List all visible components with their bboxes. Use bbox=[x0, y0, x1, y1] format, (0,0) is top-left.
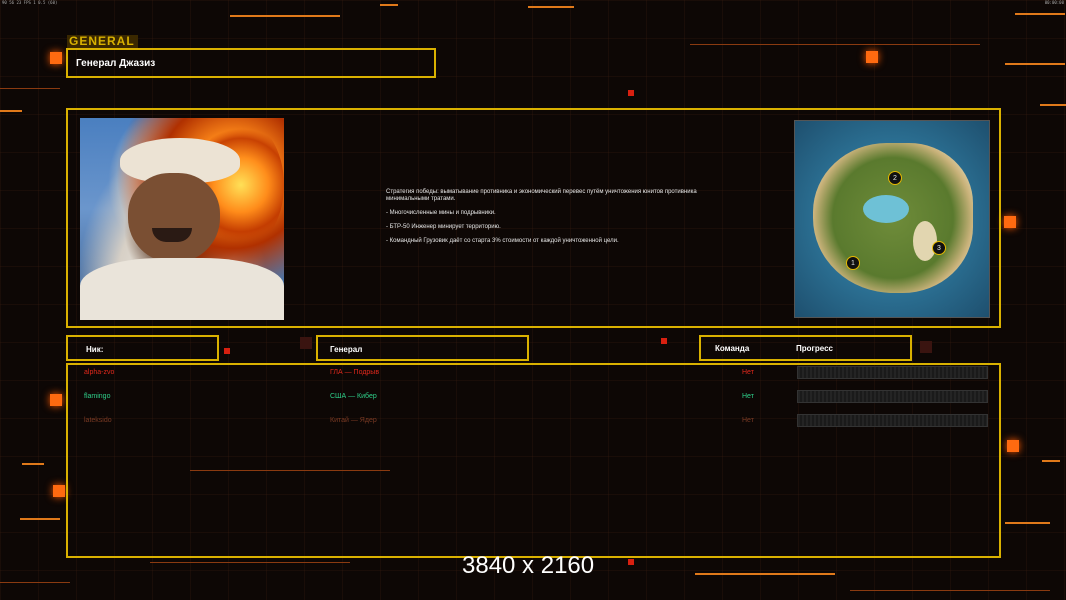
deco-line bbox=[20, 518, 60, 520]
general-title: Генерал Джазиз bbox=[76, 58, 156, 69]
clock-readout: 00:00:00 bbox=[1044, 0, 1064, 5]
player-team: Нет bbox=[742, 369, 754, 376]
player-progress-bar bbox=[797, 366, 988, 379]
player-nick: flamingo bbox=[84, 393, 111, 400]
deco-square bbox=[661, 338, 667, 344]
deco-line bbox=[1040, 104, 1066, 106]
deco-square bbox=[628, 90, 634, 96]
deco-line bbox=[0, 582, 70, 583]
beach bbox=[913, 221, 937, 261]
deco-square bbox=[53, 485, 65, 497]
description-strategy: Стратегия победы: выматывание противника… bbox=[386, 189, 697, 202]
player-general: Китай — Ядер bbox=[330, 417, 377, 424]
deco-square bbox=[1007, 440, 1019, 452]
deco-line bbox=[1005, 522, 1050, 524]
header-nick: Ник: bbox=[66, 335, 219, 361]
player-general: США — Кибер bbox=[330, 393, 377, 400]
face-art bbox=[128, 173, 220, 263]
deco-square bbox=[224, 348, 230, 354]
description-point: - БТР-50 Инженер минирует территорию. bbox=[386, 224, 501, 230]
deco-line bbox=[380, 4, 398, 6]
deco-square bbox=[920, 341, 932, 353]
spawn-point-2[interactable]: 2 bbox=[888, 171, 902, 185]
deco-square bbox=[300, 337, 312, 349]
general-tag: GENERAL bbox=[67, 35, 138, 48]
deco-line bbox=[1042, 460, 1060, 462]
header-progress-label: Прогресс bbox=[796, 344, 833, 353]
player-progress-bar bbox=[797, 414, 988, 427]
general-portrait bbox=[80, 118, 284, 320]
spawn-point-1[interactable]: 1 bbox=[846, 256, 860, 270]
deco-line bbox=[850, 590, 1050, 591]
deco-line bbox=[1015, 13, 1065, 15]
deco-line bbox=[22, 463, 44, 465]
header-team-progress: Команда Прогресс bbox=[699, 335, 912, 361]
header-general-label: Генерал bbox=[330, 345, 363, 354]
deco-line bbox=[150, 562, 350, 563]
status-readout: 90 56 23 FPS 1 0.5 (60) bbox=[2, 0, 58, 5]
deco-line bbox=[230, 15, 340, 17]
resolution-label: 3840 x 2160 bbox=[462, 552, 595, 579]
map-preview: 2 1 3 bbox=[794, 120, 990, 318]
player-progress-bar bbox=[797, 390, 988, 403]
deco-square bbox=[866, 51, 878, 63]
deco-line bbox=[528, 6, 574, 8]
deco-line bbox=[0, 88, 60, 89]
deco-line bbox=[1005, 63, 1065, 65]
header-general: Генерал bbox=[316, 335, 529, 361]
player-general: ГЛА — Подрыв bbox=[330, 369, 380, 376]
general-title-frame: Генерал Джазиз bbox=[66, 48, 436, 78]
lagoon bbox=[863, 195, 909, 223]
player-nick: alpha-zvo bbox=[84, 369, 115, 376]
header-nick-label: Ник: bbox=[86, 345, 104, 354]
player-team: Нет bbox=[742, 417, 754, 424]
deco-line bbox=[690, 44, 980, 45]
robe-art bbox=[80, 258, 284, 320]
header-team-label: Команда bbox=[715, 344, 750, 353]
description-point: - Многочисленные мины и подрывники. bbox=[386, 210, 496, 216]
player-nick: lateksido bbox=[84, 417, 112, 424]
deco-square bbox=[50, 394, 62, 406]
spawn-point-3[interactable]: 3 bbox=[932, 241, 946, 255]
deco-square bbox=[50, 52, 62, 64]
deco-square bbox=[1004, 216, 1016, 228]
deco-square bbox=[628, 559, 634, 565]
description-point: - Командный Грузовик даёт со старта 3% с… bbox=[386, 238, 619, 244]
player-team: Нет bbox=[742, 393, 754, 400]
general-description: Стратегия победы: выматывание противника… bbox=[386, 189, 716, 252]
deco-line bbox=[0, 110, 22, 112]
deco-line bbox=[695, 573, 835, 575]
